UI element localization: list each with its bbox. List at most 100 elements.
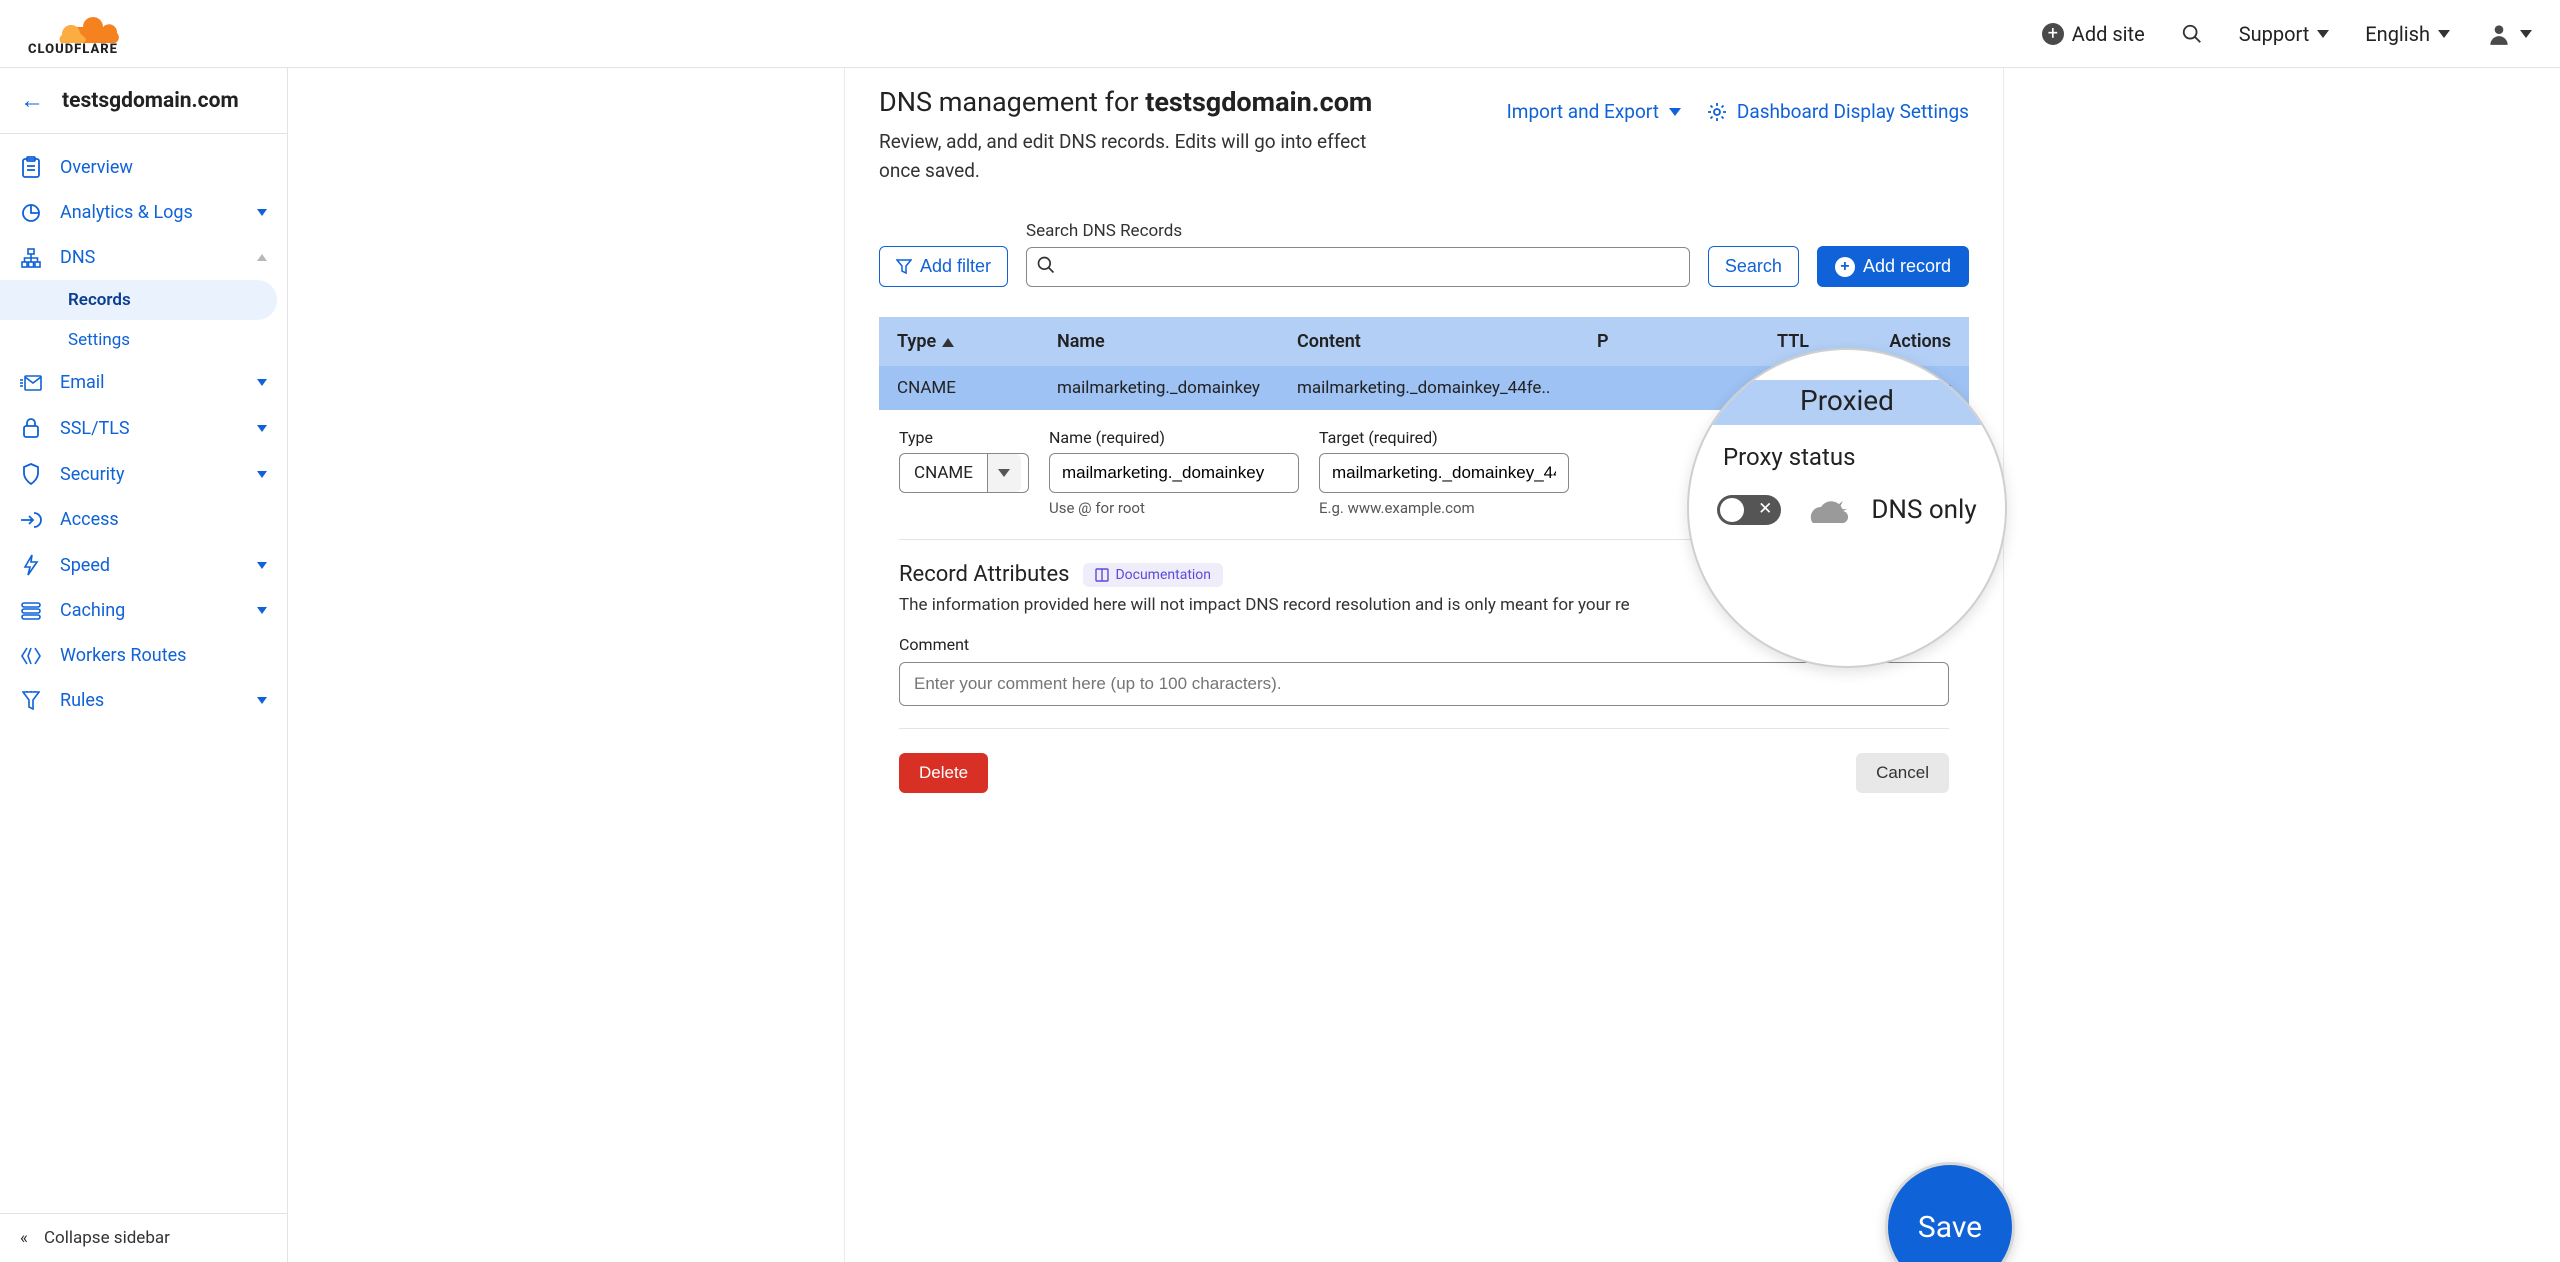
search-input[interactable] (1026, 247, 1690, 287)
type-value: CNAME (900, 463, 987, 483)
sidebar-item-ssl[interactable]: SSL/TLS (0, 405, 287, 451)
chevron-down-icon (257, 379, 267, 386)
type-select[interactable]: CNAME (899, 453, 1029, 493)
sort-asc-icon (942, 338, 954, 347)
plus-circle-icon: + (1835, 257, 1855, 277)
callout-subtitle: Proxy status (1723, 443, 1855, 471)
sidebar-item-overview[interactable]: Overview (0, 144, 287, 190)
documentation-link[interactable]: Documentation (1083, 563, 1223, 587)
dropdown-toggle[interactable] (987, 454, 1021, 492)
lock-icon (20, 417, 42, 439)
cancel-button[interactable]: Cancel (1856, 753, 1949, 793)
sidebar-label: DNS (60, 247, 95, 268)
row-content: mailmarketing._domainkey_44fe.. (1297, 378, 1597, 398)
col-name[interactable]: Name (1057, 331, 1297, 352)
sidebar-item-rules[interactable]: Rules (0, 678, 287, 723)
search-label: Search DNS Records (1026, 221, 1690, 241)
col-content[interactable]: Content (1297, 331, 1597, 352)
col-proxy[interactable]: P (1597, 331, 1777, 352)
sidebar-label: Caching (60, 600, 125, 621)
collapse-label: Collapse sidebar (44, 1228, 170, 1248)
back-arrow[interactable]: ← (20, 86, 44, 115)
display-settings-label: Dashboard Display Settings (1737, 100, 1969, 123)
add-filter-button[interactable]: Add filter (879, 246, 1008, 287)
chevron-down-icon (257, 562, 267, 569)
add-site-label: Add site (2072, 22, 2145, 46)
svg-text:CLOUDFLARE: CLOUDFLARE (28, 42, 118, 55)
sidebar-subitem-settings[interactable]: Settings (0, 320, 287, 360)
bolt-icon (20, 554, 42, 576)
sidebar-item-access[interactable]: Access (0, 497, 287, 542)
row-type: CNAME (897, 378, 1057, 398)
docs-label: Documentation (1115, 567, 1211, 583)
dns-only-label: DNS only (1871, 495, 1976, 525)
x-icon: ✕ (1758, 499, 1772, 519)
chevron-down-icon (257, 471, 267, 478)
chevron-down-icon (257, 209, 267, 216)
chevron-down-icon (257, 607, 267, 614)
sidebar-label: Speed (60, 555, 110, 576)
sidebar-label: Email (60, 372, 105, 393)
save-button[interactable]: Save (1885, 1162, 2015, 1262)
type-field-label: Type (899, 428, 1029, 447)
caret-down-icon (2317, 30, 2329, 38)
gear-icon (1707, 102, 1727, 122)
sidebar-item-dns[interactable]: DNS (0, 235, 287, 280)
sidebar-label: Access (60, 509, 119, 530)
support-dropdown[interactable]: Support (2239, 22, 2330, 46)
workers-icon (20, 646, 42, 666)
name-input[interactable] (1049, 453, 1299, 493)
language-dropdown[interactable]: English (2365, 22, 2450, 46)
topbar-search-button[interactable] (2181, 23, 2203, 45)
sidebar-label: Workers Routes (60, 645, 186, 666)
sidebar-label: SSL/TLS (60, 418, 130, 439)
sidebar-item-workers[interactable]: Workers Routes (0, 633, 287, 678)
proxy-toggle[interactable]: ✕ (1717, 495, 1781, 525)
import-export-dropdown[interactable]: Import and Export (1507, 100, 1681, 123)
language-label: English (2365, 22, 2430, 46)
divider (899, 728, 1949, 729)
cloudflare-logo[interactable]: CLOUDFLARE (28, 13, 158, 55)
book-icon (1095, 568, 1109, 582)
sidebar-item-analytics[interactable]: Analytics & Logs (0, 190, 287, 235)
target-input[interactable] (1319, 453, 1569, 493)
sidebar-subitem-records[interactable]: Records (0, 280, 277, 320)
page-title: DNS management for testsgdomain.com (879, 86, 1399, 118)
page-subtitle: Review, add, and edit DNS records. Edits… (879, 128, 1399, 185)
comment-input[interactable] (899, 662, 1949, 706)
sidebar-item-email[interactable]: Email (0, 360, 287, 405)
email-icon (20, 375, 42, 391)
sidebar-item-security[interactable]: Security (0, 451, 287, 497)
comment-label: Comment (899, 635, 969, 654)
sidebar-item-caching[interactable]: Caching (0, 588, 287, 633)
caret-down-icon (1669, 108, 1681, 116)
sidebar-label: Analytics & Logs (60, 202, 193, 223)
chevron-double-left-icon: « (20, 1228, 28, 1248)
name-field-label: Name (required) (1049, 428, 1299, 447)
search-button[interactable]: Search (1708, 246, 1799, 287)
funnel-icon (20, 691, 42, 711)
search-icon (1036, 255, 1056, 275)
account-dropdown[interactable] (2486, 21, 2532, 47)
delete-button[interactable]: Delete (899, 753, 988, 793)
display-settings-link[interactable]: Dashboard Display Settings (1707, 100, 1969, 123)
add-filter-label: Add filter (920, 256, 991, 277)
row-name: mailmarketing._domainkey (1057, 378, 1297, 398)
login-icon (20, 511, 42, 529)
sidebar-label: Overview (60, 157, 133, 178)
toggle-knob (1720, 498, 1744, 522)
chevron-down-icon (257, 425, 267, 432)
target-hint: E.g. www.example.com (1319, 499, 1569, 517)
collapse-sidebar-button[interactable]: « Collapse sidebar (0, 1213, 287, 1262)
chevron-up-icon (257, 254, 267, 261)
stack-icon (20, 602, 42, 620)
add-record-button[interactable]: + Add record (1817, 246, 1969, 287)
caret-down-icon (2438, 30, 2450, 38)
support-label: Support (2239, 22, 2310, 46)
shield-icon (20, 463, 42, 485)
sidebar-item-speed[interactable]: Speed (0, 542, 287, 588)
chevron-down-icon (257, 697, 267, 704)
name-hint: Use @ for root (1049, 499, 1299, 517)
add-site-button[interactable]: + Add site (2042, 22, 2145, 46)
col-type[interactable]: Type (897, 331, 1057, 352)
